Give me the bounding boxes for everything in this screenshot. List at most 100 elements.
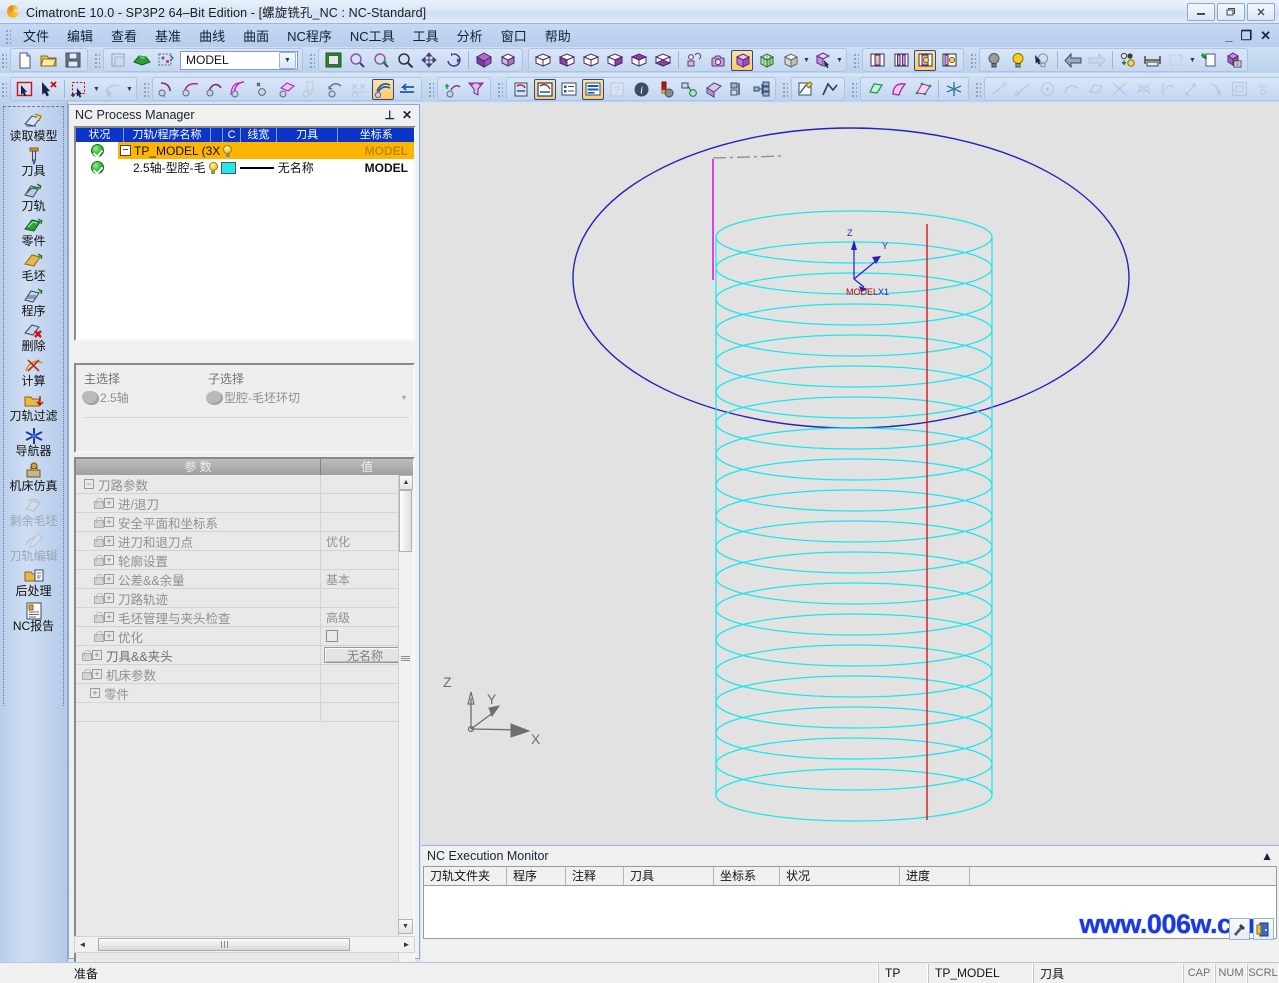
blank-entity-icon[interactable]: [1165, 50, 1187, 71]
new-sheet-icon[interactable]: [1198, 50, 1220, 71]
shade-solid-icon[interactable]: [731, 49, 753, 71]
isometric-cube-icon[interactable]: [473, 50, 495, 71]
exit-door-icon[interactable]: [1253, 918, 1274, 940]
menu-item-view[interactable]: 查看: [102, 24, 146, 47]
panel-scrollbar-horizontal[interactable]: ◄ ►: [74, 936, 415, 953]
tool-library-icon[interactable]: [300, 79, 322, 100]
parameter-scrollbar-vertical[interactable]: ▲: [398, 475, 413, 983]
menu-item-file[interactable]: 文件: [14, 24, 58, 47]
scrollbar-thumb[interactable]: [399, 490, 412, 552]
rotate-icon[interactable]: [442, 50, 464, 71]
mdi-close-button[interactable]: ✕: [1260, 29, 1271, 42]
toolbar-grip-view[interactable]: [308, 52, 315, 68]
circle-icon[interactable]: [1036, 79, 1058, 100]
process-filter-icon[interactable]: [465, 79, 487, 100]
menu-item-help[interactable]: 帮助: [536, 24, 580, 47]
graphics-viewport[interactable]: Z Y X1 MODEL Z Y X: [421, 104, 1279, 844]
forward-arrow-icon[interactable]: [1086, 50, 1108, 71]
col-csys[interactable]: 坐标系: [714, 867, 780, 885]
tree-col-csys[interactable]: 坐标系: [338, 128, 414, 142]
exit-tool-icon[interactable]: [1229, 918, 1250, 940]
xyz-icon[interactable]: xyz: [1252, 79, 1274, 100]
tree-expander[interactable]: +: [92, 650, 102, 660]
select-window-icon[interactable]: [69, 79, 91, 100]
tree-expander[interactable]: +: [104, 517, 114, 527]
align-icon[interactable]: [726, 79, 748, 100]
nc-detail-rows-icon[interactable]: [582, 78, 604, 100]
sub-selection-combo[interactable]: 型腔-毛坯环切 ▾: [206, 389, 406, 406]
tree-expander[interactable]: +: [92, 669, 102, 679]
tree-expander[interactable]: +: [104, 555, 114, 565]
scrollbar-track[interactable]: [90, 937, 399, 952]
toolpath-sim-icon[interactable]: [372, 78, 394, 100]
shade-transparent-icon[interactable]: [755, 50, 777, 71]
shade-wireframe-icon[interactable]: [779, 50, 801, 71]
model-window-icon[interactable]: [107, 50, 129, 71]
select-chain-icon[interactable]: [102, 79, 124, 100]
zoom-in-icon[interactable]: [370, 50, 392, 71]
view-front-icon[interactable]: [532, 50, 554, 71]
point-cloud-icon[interactable]: [943, 79, 965, 100]
parameter-row[interactable]: + 安全平面和坐标系: [76, 512, 413, 532]
view-bottom-icon[interactable]: [652, 50, 674, 71]
toolbar-grip-layers[interactable]: [852, 52, 859, 68]
tree-col-linewidth[interactable]: 线宽: [241, 128, 277, 142]
window-maximize-button[interactable]: [1217, 2, 1245, 21]
col-status[interactable]: 状况: [780, 867, 900, 885]
nc-manager-icon[interactable]: [534, 78, 556, 100]
tool-select-button[interactable]: 无名称: [324, 647, 406, 663]
tree-col-blank[interactable]: [211, 128, 224, 142]
plane-icon[interactable]: [864, 79, 886, 100]
chevron-down-icon[interactable]: ▼: [125, 79, 134, 100]
toolpath-reverse-icon[interactable]: [324, 79, 346, 100]
scroll-up-button[interactable]: ▲: [399, 475, 413, 490]
row-name-cell[interactable]: − TP_MODEL (3X MODEL: [118, 142, 414, 159]
sidebar-item-part[interactable]: 零件: [4, 215, 63, 250]
toolpath-new-icon[interactable]: [156, 79, 178, 100]
toolbar-grip-display[interactable]: [969, 52, 976, 68]
layer-manager-icon[interactable]: [938, 50, 960, 71]
boundary-icon[interactable]: [1228, 79, 1250, 100]
solid-icon[interactable]: [702, 79, 724, 100]
toolbar-grip-model[interactable]: [93, 52, 100, 68]
tree-expander[interactable]: +: [104, 498, 114, 508]
tree-expander[interactable]: −: [84, 479, 94, 489]
parameter-row[interactable]: + 机床参数: [76, 664, 413, 684]
menu-item-nc-program[interactable]: NC程序: [278, 24, 341, 47]
toolpath-edit-icon[interactable]: [180, 79, 202, 100]
zoom-window-icon[interactable]: [346, 50, 368, 71]
view-camera-icon[interactable]: [707, 50, 729, 71]
parameter-row[interactable]: + 刀具&&夹头 无名称: [76, 645, 413, 665]
sidebar-item-navigator[interactable]: 导航器: [4, 425, 63, 460]
toolbar-grip-nc[interactable]: [142, 81, 149, 97]
chevron-down-icon[interactable]: ▼: [1188, 50, 1197, 71]
contour-icon[interactable]: [819, 79, 841, 100]
col-comment[interactable]: 注释: [566, 867, 624, 885]
pick-curve-icon[interactable]: [1204, 79, 1226, 100]
bulb-pick-icon[interactable]: [1031, 50, 1053, 71]
tree-col-c[interactable]: C: [223, 128, 242, 142]
tree-expander[interactable]: +: [104, 612, 114, 622]
tree-expander[interactable]: +: [104, 593, 114, 603]
assembly-icon[interactable]: [1222, 50, 1244, 71]
window-close-button[interactable]: [1247, 2, 1275, 21]
parameter-row[interactable]: + 进/退刀: [76, 493, 413, 513]
sidebar-item-toolpath-edit[interactable]: 刀轨编辑: [4, 530, 63, 565]
toolbar-grip-file[interactable]: [0, 52, 7, 68]
menu-item-curve[interactable]: 曲线: [190, 24, 234, 47]
parameter-row[interactable]: + 轮廓设置: [76, 550, 413, 570]
fit-view-icon[interactable]: [322, 50, 344, 71]
view-top-icon[interactable]: [628, 50, 650, 71]
line2-icon[interactable]: [1012, 79, 1034, 100]
bulb-icon[interactable]: [208, 161, 218, 174]
col-tool[interactable]: 刀具: [624, 867, 714, 885]
parameter-row[interactable]: + 刀路轨迹: [76, 588, 413, 608]
menu-item-tools[interactable]: 工具: [404, 24, 448, 47]
scrollbar-thumb[interactable]: [98, 938, 350, 951]
sidebar-item-toolpath[interactable]: 刀轨: [4, 180, 63, 215]
parameter-row[interactable]: + 毛坯管理与夹头检查 高级: [76, 607, 413, 627]
toolbar-grip-surf[interactable]: [850, 81, 857, 97]
measure-icon[interactable]: [1141, 50, 1163, 71]
layer-multiple-icon[interactable]: [890, 50, 912, 71]
toolpath-compare-icon[interactable]: [348, 79, 370, 100]
